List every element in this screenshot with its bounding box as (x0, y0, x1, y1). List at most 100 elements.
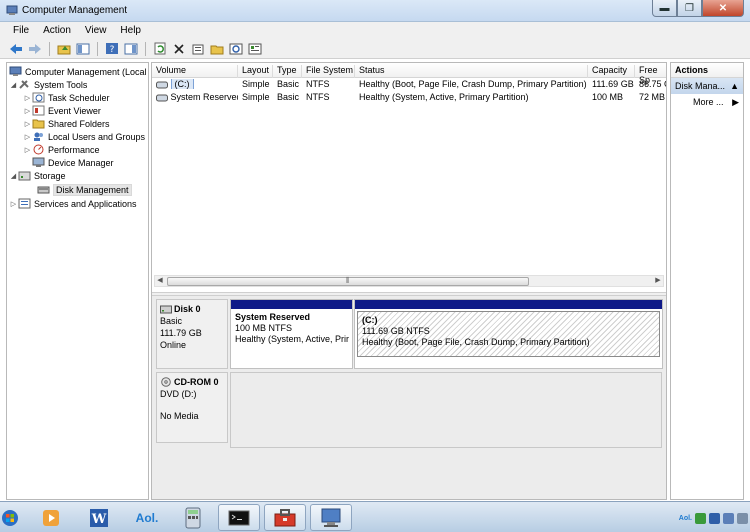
search-icon[interactable] (228, 41, 244, 57)
volume-tray-icon[interactable] (723, 512, 734, 524)
column-layout[interactable]: Layout (238, 65, 273, 78)
column-free-space[interactable]: Free Sp (635, 65, 666, 85)
collapse-arrow-icon[interactable]: ◢ (9, 81, 18, 89)
expand-arrow-icon[interactable]: ▷ (23, 107, 32, 115)
word-icon: W (90, 508, 108, 527)
expand-arrow-icon[interactable]: ▷ (9, 200, 18, 208)
expand-arrow-icon[interactable]: ▷ (23, 133, 32, 141)
scrollbar-thumb[interactable]: ⦀ (167, 276, 529, 286)
console-tree-icon[interactable] (75, 41, 91, 57)
refresh-icon[interactable] (152, 41, 168, 57)
properties-sheet-icon[interactable] (247, 41, 263, 57)
disk-status: Online (160, 340, 187, 350)
file-system-cell: NTFS (306, 92, 330, 102)
properties-icon[interactable] (190, 41, 206, 57)
tree-item-system-tools[interactable]: ◢ System Tools (9, 78, 88, 91)
more-actions-item[interactable]: More ... ▶ (671, 94, 743, 110)
storage-icon (18, 170, 31, 181)
column-capacity[interactable]: Capacity (588, 65, 635, 78)
free-space-cell: 86.75 G (639, 79, 666, 89)
windows-logo-icon (2, 509, 18, 526)
table-row[interactable]: (C:) Simple Basic NTFS Healthy (Boot, Pa… (152, 79, 666, 92)
back-icon[interactable] (8, 41, 24, 57)
cdrom-type: DVD (D:) (160, 389, 197, 399)
expand-arrow-icon[interactable]: ▷ (23, 120, 32, 128)
calculator-icon (185, 507, 201, 528)
partition-status: Healthy (Boot, Page File, Crash Dump, Pr… (362, 337, 590, 347)
taskbar-toolbox[interactable] (264, 504, 306, 531)
window-title: Computer Management (22, 5, 128, 16)
tree-item-services[interactable]: ▷ Services and Applications (9, 197, 137, 210)
volume-list-header: Volume Layout Type File System Status Ca… (152, 63, 666, 85)
aol-tray-icon[interactable]: Aol. (679, 515, 692, 522)
tree-item-task-scheduler[interactable]: ▷ Task Scheduler (23, 91, 110, 104)
actions-pane: Actions Disk Mana... ▲ More ... ▶ (670, 62, 744, 500)
submenu-arrow-icon: ▶ (732, 97, 739, 107)
cdrom-media-area[interactable] (230, 372, 662, 448)
partition-system-reserved[interactable]: System Reserved 100 MB NTFS Healthy (Sys… (230, 299, 353, 369)
minimize-button[interactable]: ▬ (652, 0, 677, 17)
delete-icon[interactable] (171, 41, 187, 57)
column-type[interactable]: Type (273, 65, 302, 78)
tree-item-disk-management[interactable]: Disk Management (37, 183, 132, 196)
partition-name: (C:) (362, 315, 378, 325)
type-cell: Basic (277, 79, 300, 89)
scroll-left-icon[interactable]: ◀ (155, 276, 165, 286)
grip-icon: ⦀ (346, 276, 350, 285)
security-tray-icon[interactable] (695, 512, 706, 524)
table-row[interactable]: System Reserved Simple Basic NTFS Health… (152, 92, 666, 105)
command-prompt-icon (228, 510, 250, 525)
taskbar-calculator[interactable] (172, 504, 214, 531)
column-volume[interactable]: Volume (152, 65, 238, 78)
forward-icon[interactable] (27, 41, 43, 57)
tray-icon[interactable] (737, 512, 748, 524)
tree-item-storage[interactable]: ◢ Storage (9, 169, 66, 182)
menu-help[interactable]: Help (113, 25, 148, 36)
taskbar-media-player[interactable] (30, 504, 72, 531)
actions-section-disk-management[interactable]: Disk Mana... ▲ (671, 78, 743, 94)
layout-cell: Simple (242, 79, 270, 89)
expand-arrow-icon[interactable]: ▷ (23, 94, 32, 102)
tree-item-event-viewer[interactable]: ▷ Event Viewer (23, 104, 101, 117)
cdrom-status: No Media (160, 411, 199, 421)
taskbar: W Aol. Aol. (0, 501, 750, 532)
taskbar-computer-management[interactable] (310, 504, 352, 531)
panel-icon[interactable] (123, 41, 139, 57)
network-tray-icon[interactable] (709, 512, 720, 524)
horizontal-scrollbar[interactable]: ◀ ⦀ ▶ (154, 275, 664, 287)
maximize-button[interactable]: ❐ (677, 0, 702, 17)
media-player-icon (43, 509, 59, 526)
up-icon[interactable] (56, 41, 72, 57)
cdrom-0-label[interactable]: CD-ROM 0 DVD (D:) No Media (156, 372, 228, 443)
tree-item-device-manager[interactable]: Device Manager (32, 156, 114, 169)
drive-icon (156, 94, 168, 102)
open-icon[interactable] (209, 41, 225, 57)
type-cell: Basic (277, 92, 300, 102)
users-icon (32, 131, 45, 142)
column-file-system[interactable]: File System (302, 65, 355, 78)
tree-item-shared-folders[interactable]: ▷ Shared Folders (23, 117, 110, 130)
start-button[interactable] (0, 504, 20, 531)
tree-item-local-users[interactable]: ▷ Local Users and Groups (23, 130, 145, 143)
taskbar-command-prompt[interactable] (218, 504, 260, 531)
disk-management-pane: Volume Layout Type File System Status Ca… (151, 62, 667, 500)
scroll-right-icon[interactable]: ▶ (653, 276, 663, 286)
taskbar-word[interactable]: W (78, 504, 120, 531)
expand-arrow-icon[interactable]: ▷ (23, 146, 32, 154)
tree-item-performance[interactable]: ▷ Performance (23, 143, 100, 156)
task-scheduler-icon (32, 92, 45, 103)
menu-file[interactable]: File (6, 25, 36, 36)
collapse-arrow-icon[interactable]: ◢ (9, 172, 18, 180)
column-status[interactable]: Status (355, 65, 588, 78)
free-space-cell: 72 MB (639, 92, 666, 102)
menu-view[interactable]: View (78, 25, 114, 36)
partition-c-drive[interactable]: (C:) 111.69 GB NTFS Healthy (Boot, Page … (354, 299, 663, 369)
file-system-cell: NTFS (306, 79, 330, 89)
help-icon[interactable]: ? (104, 41, 120, 57)
taskbar-aol[interactable]: Aol. (126, 504, 168, 531)
close-button[interactable]: ✕ (702, 0, 744, 17)
menu-action[interactable]: Action (36, 25, 78, 36)
tree-item-computer-management[interactable]: Computer Management (Local (9, 65, 147, 78)
disk-0-label[interactable]: Disk 0 Basic 111.79 GB Online (156, 299, 228, 369)
status-cell: Healthy (System, Active, Primary Partiti… (359, 92, 529, 102)
